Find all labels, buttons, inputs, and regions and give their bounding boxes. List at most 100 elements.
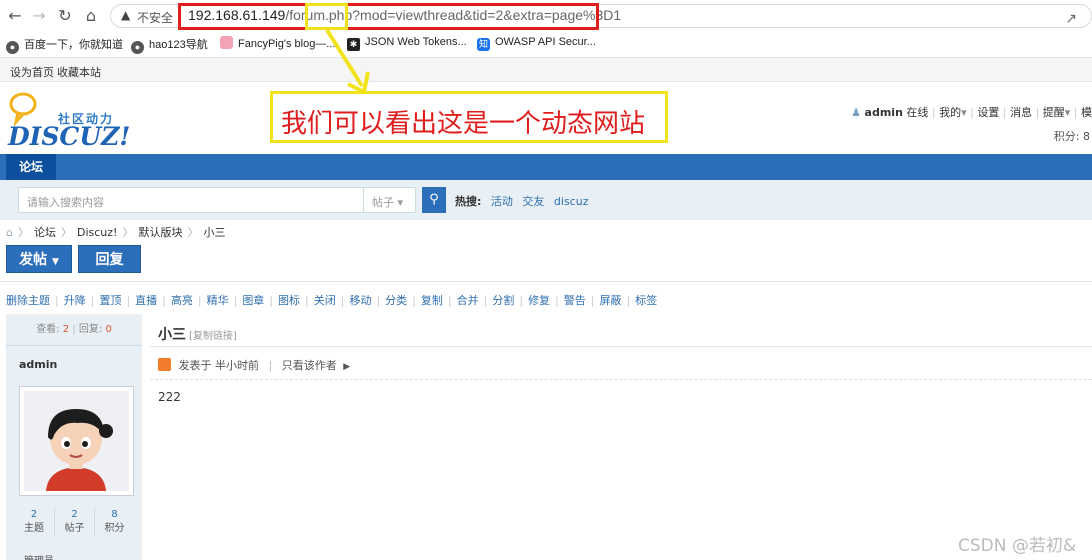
breadcrumb-thread[interactable]: 小三 <box>203 226 225 239</box>
mod-action-link[interactable]: 分类 <box>385 294 407 307</box>
divider <box>150 346 1092 347</box>
separator: | <box>126 294 131 307</box>
username-link[interactable]: admin <box>865 106 903 119</box>
hot-term-friends[interactable]: 交友 <box>522 195 544 208</box>
breadcrumb-default-board[interactable]: 默认版块 <box>138 226 182 239</box>
mod-action-link[interactable]: 置顶 <box>99 294 121 307</box>
logo-text[interactable]: DISCUZ! <box>8 122 130 151</box>
pig-icon <box>220 36 233 49</box>
mod-action-link[interactable]: 分割 <box>492 294 514 307</box>
mod-action-link[interactable]: 标签 <box>635 294 657 307</box>
separator: | <box>483 294 488 307</box>
separator: | <box>90 294 95 307</box>
user-links: ♟ admin 在线 | 我的▾ | 设置 | 消息 | 提醒▾ | 模 <box>851 106 1092 119</box>
author-stats: 2 主题 2 帖子 8 积分 <box>14 508 134 542</box>
breadcrumb-discuz[interactable]: Discuz! <box>77 226 117 239</box>
breadcrumb-forum[interactable]: 论坛 <box>34 226 56 239</box>
set-home-link[interactable]: 设为首页 <box>10 64 54 80</box>
share-icon[interactable]: ↗ <box>1065 11 1077 27</box>
post-body: 222 <box>158 390 181 404</box>
separator: | <box>197 294 202 307</box>
bookmark-hao123[interactable]: ● hao123导航 <box>131 36 208 54</box>
points-display[interactable]: 积分: 8 <box>1054 128 1090 144</box>
mod-action-link[interactable]: 警告 <box>564 294 586 307</box>
separator: | <box>269 294 274 307</box>
search-button[interactable]: ⚲ <box>422 187 446 213</box>
view-reply-count: 查看: 2 | 回复: 0 <box>6 314 142 346</box>
hot-term-discuz[interactable]: discuz <box>554 195 589 208</box>
logo-bubble-icon <box>9 92 37 126</box>
nav-forum-tab[interactable]: 论坛 <box>6 154 56 180</box>
online-status-icon <box>158 358 171 371</box>
bookmarks-bar: ● 百度一下，你就知道 ● hao123导航 FancyPig's blog—...… <box>0 33 1092 55</box>
hot-term-activity[interactable]: 活动 <box>491 195 513 208</box>
post-title: 小三 [复制链接] <box>158 327 237 343</box>
posted-time: 发表于 半小时前 <box>178 359 260 372</box>
mod-action-link[interactable]: 合并 <box>457 294 479 307</box>
moderation-bar: 删除主题 | 升降 | 置顶 | 直播 | 高亮 | 精华 | 图章 | 图标 | 关闭 | 移动 | 分类 | 复制 | 合并… <box>6 292 657 308</box>
mod-action-link[interactable]: 移动 <box>349 294 371 307</box>
home-icon[interactable]: ⌂ <box>80 5 102 27</box>
reminders-menu[interactable]: 提醒 <box>1043 106 1065 119</box>
separator: | <box>376 294 381 307</box>
annotation-text: 我们可以看出这是一个动态网站 <box>281 109 646 139</box>
search-icon: ⚲ <box>429 192 439 207</box>
author-name[interactable]: admin <box>19 358 57 371</box>
mod-action-link[interactable]: 图章 <box>242 294 264 307</box>
reply-count: 0 <box>105 324 112 335</box>
my-menu[interactable]: 我的 <box>939 106 961 119</box>
separator: | <box>233 294 238 307</box>
forward-icon[interactable]: → <box>28 5 50 27</box>
reply-button[interactable]: 回复 <box>78 245 141 273</box>
mod-action-link[interactable]: 复制 <box>421 294 443 307</box>
globe-icon: ● <box>6 41 19 54</box>
new-post-button[interactable]: 发帖 ▼ <box>6 245 72 273</box>
mod-action-link[interactable]: 升降 <box>64 294 86 307</box>
bookmark-owasp[interactable]: 知 OWASP API Secur... <box>477 36 596 51</box>
search-input[interactable]: 请输入搜索内容 <box>18 187 364 213</box>
annotation-arrow <box>325 28 370 95</box>
avatar-image <box>24 391 129 491</box>
mod-action-link[interactable]: 删除主题 <box>6 294 50 307</box>
separator: | <box>305 294 309 307</box>
browser-chrome: ← → ↻ ⌂ ▲ 不安全 ↗ 192.168.61.149/forum.php… <box>0 0 1092 58</box>
warning-icon: ▲ <box>121 8 131 22</box>
home-icon[interactable]: ⌂ <box>6 226 13 239</box>
mod-action-link[interactable]: 直播 <box>135 294 157 307</box>
separator: | <box>340 294 345 307</box>
mod-action-link[interactable]: 高亮 <box>171 294 193 307</box>
divider <box>0 281 1092 282</box>
author-role: 管理员 <box>24 552 54 560</box>
messages-link[interactable]: 消息 <box>1010 106 1032 119</box>
separator: | <box>626 294 631 307</box>
copy-link[interactable]: [复制链接] <box>189 331 237 342</box>
settings-link[interactable]: 设置 <box>977 106 999 119</box>
divider <box>150 379 1092 380</box>
watermark: CSDN @若初& <box>958 536 1077 556</box>
bookmark-site-link[interactable]: 收藏本站 <box>57 64 101 80</box>
mod-action-link[interactable]: 图标 <box>278 294 300 307</box>
mod-action-link[interactable]: 精华 <box>207 294 229 307</box>
bookmark-baidu[interactable]: ● 百度一下，你就知道 <box>6 36 123 54</box>
search-type-select[interactable]: 帖子 ▾ <box>364 187 416 213</box>
stat-threads[interactable]: 2 主题 <box>14 508 54 536</box>
search-bar: 请输入搜索内容 帖子 ▾ ⚲ 热搜: 活动 交友 discuz <box>0 180 1092 220</box>
more-menu[interactable]: 模 <box>1081 106 1092 119</box>
user-icon: ♟ <box>851 106 862 119</box>
caret-right-icon: ▶ <box>343 362 351 372</box>
back-icon[interactable]: ← <box>4 5 26 27</box>
only-author-link[interactable]: 只看该作者 <box>282 359 337 372</box>
author-sidebar: 查看: 2 | 回复: 0 admin 2主题 2帖子 8积分 管理员 <box>6 314 142 560</box>
stat-posts[interactable]: 2 帖子 <box>54 508 94 536</box>
reload-icon[interactable]: ↻ <box>54 5 76 27</box>
separator: | <box>555 294 559 307</box>
avatar[interactable] <box>19 386 134 496</box>
mod-action-link[interactable]: 修复 <box>528 294 550 307</box>
separator: | <box>447 294 452 307</box>
hot-searches: 热搜: 活动 交友 discuz <box>455 193 588 209</box>
main-nav: 论坛 <box>0 154 1092 180</box>
mod-action-link[interactable]: 关闭 <box>314 294 336 307</box>
stat-points[interactable]: 8 积分 <box>94 508 134 536</box>
mod-action-link[interactable]: 屏蔽 <box>600 294 622 307</box>
annotation-box: 我们可以看出这是一个动态网站 <box>270 91 668 143</box>
